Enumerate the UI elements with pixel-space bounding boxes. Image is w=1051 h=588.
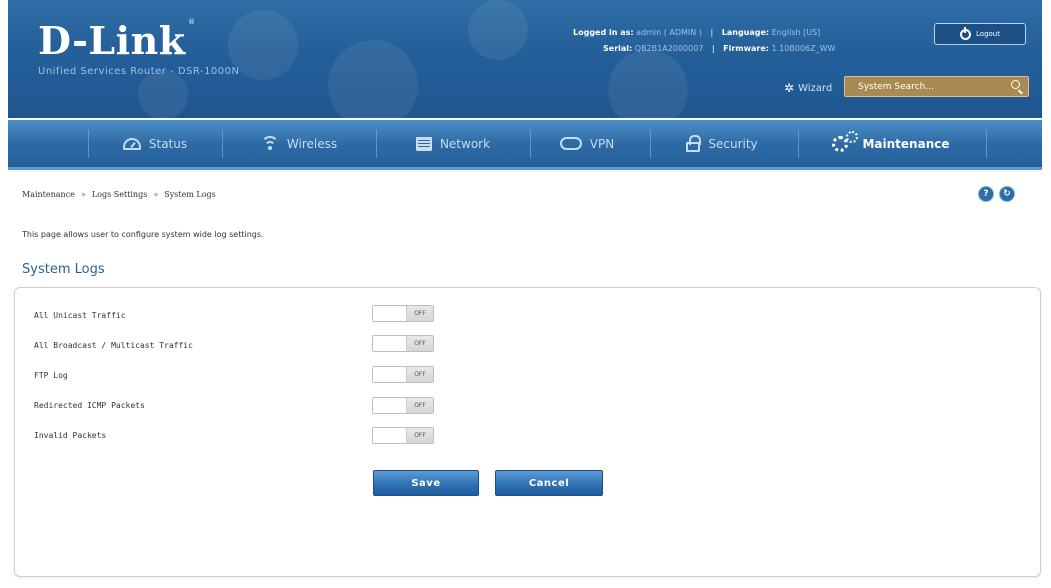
header-decoration (138, 70, 188, 118)
firmware-label: Firmware: (723, 44, 769, 53)
toggle-state: OFF (407, 306, 433, 321)
breadcrumb-separator: » (153, 190, 159, 199)
search-icon[interactable] (1011, 80, 1020, 89)
header-banner: D-Link ® Unified Services Router - DSR-1… (8, 0, 1042, 118)
logout-button[interactable]: Logout (934, 23, 1026, 45)
breadcrumb-item[interactable]: Logs Settings (92, 190, 147, 199)
nav-security[interactable]: Security (652, 120, 792, 167)
system-logs-panel (14, 287, 1041, 577)
gauge-icon (122, 137, 141, 150)
setting-label: FTP Log (34, 371, 68, 380)
nav-label: Wireless (286, 136, 338, 151)
wand-icon: ✲ (784, 81, 795, 95)
cancel-button[interactable]: Cancel (495, 470, 603, 496)
nav-separator (650, 130, 651, 158)
toggle-knob (373, 428, 407, 443)
redirected-icmp-toggle[interactable]: OFF (372, 397, 434, 414)
nav-label: Security (708, 136, 758, 151)
nav-maintenance[interactable]: Maintenance (800, 120, 982, 167)
nav-separator (986, 130, 987, 158)
nav-separator (530, 130, 531, 158)
cloud-icon (559, 137, 582, 150)
wifi-icon (260, 135, 279, 152)
login-info: Logged in as: admin ( ADMIN ) | Language… (573, 28, 820, 37)
logout-label: Logout (976, 30, 1000, 38)
toggle-knob (373, 398, 407, 413)
product-tagline: Unified Services Router - DSR-1000N (38, 66, 240, 77)
separator: | (711, 44, 715, 53)
save-button[interactable]: Save (373, 470, 479, 496)
ftp-log-toggle[interactable]: OFF (372, 366, 434, 383)
nav-status[interactable]: Status (90, 120, 220, 167)
invalid-packets-toggle[interactable]: OFF (372, 427, 434, 444)
registered-mark: ® (188, 18, 195, 26)
toggle-knob (373, 336, 407, 351)
lock-icon (686, 134, 702, 152)
wizard-label: Wizard (798, 82, 833, 94)
serial-label: Serial: (603, 44, 633, 53)
firmware-value: 1.10B006Z_WW (771, 44, 836, 53)
breadcrumb: Maintenance » Logs Settings » System Log… (22, 190, 216, 199)
header-decoration (468, 0, 528, 60)
help-icon[interactable]: ? (978, 186, 994, 202)
nav-label: Status (148, 136, 188, 151)
toggle-knob (373, 367, 407, 382)
main-nav: Status Wireless Network VPN Security Mai… (8, 120, 1042, 170)
dlink-logo: D-Link (38, 18, 186, 63)
unicast-traffic-toggle[interactable]: OFF (372, 305, 434, 322)
nav-separator (798, 130, 799, 158)
nav-label: VPN (589, 136, 615, 151)
system-search-input[interactable]: System Search... (844, 76, 1029, 97)
nav-separator (88, 130, 89, 158)
logged-in-label: Logged in as: (573, 28, 634, 37)
nav-wireless[interactable]: Wireless (224, 120, 374, 167)
device-info: Serial: QB2B1A2000007 | Firmware: 1.10B0… (603, 44, 835, 53)
help-controls: ? ↻ (978, 186, 1015, 202)
toggle-state: OFF (407, 398, 433, 413)
breadcrumb-item[interactable]: Maintenance (22, 190, 75, 199)
breadcrumb-item: System Logs (164, 190, 216, 199)
setting-label: Redirected ICMP Packets (34, 401, 145, 410)
toggle-state: OFF (407, 367, 433, 382)
section-title: System Logs (22, 262, 105, 277)
breadcrumb-separator: » (80, 190, 86, 199)
nav-network[interactable]: Network (378, 120, 528, 167)
network-icon (415, 136, 432, 151)
header-decoration (328, 40, 418, 118)
toggle-state: OFF (407, 428, 433, 443)
language-value[interactable]: English [US] (772, 28, 821, 37)
setting-label: All Unicast Traffic (34, 311, 126, 320)
language-label: Language: (721, 28, 770, 37)
separator: | (710, 28, 714, 37)
nav-label: Maintenance (862, 136, 950, 151)
page-description: This page allows user to configure syste… (22, 230, 264, 239)
nav-label: Network (439, 136, 491, 151)
gear-icon (832, 130, 859, 152)
nav-separator (376, 130, 377, 158)
logged-in-user: admin ( ADMIN ) (636, 28, 702, 37)
toggle-knob (373, 306, 407, 321)
search-placeholder: System Search... (858, 81, 934, 92)
setting-label: Invalid Packets (34, 431, 107, 440)
serial-value: QB2B1A2000007 (634, 44, 704, 53)
broadcast-multicast-toggle[interactable]: OFF (372, 335, 434, 352)
toggle-state: OFF (407, 336, 433, 351)
nav-vpn[interactable]: VPN (532, 120, 642, 167)
nav-separator (222, 130, 223, 158)
power-icon (960, 26, 972, 40)
setting-label: All Broadcast / Multicast Traffic (34, 341, 193, 350)
refresh-icon[interactable]: ↻ (999, 186, 1015, 202)
header-decoration (608, 50, 688, 118)
wizard-link[interactable]: ✲ Wizard (784, 81, 832, 95)
